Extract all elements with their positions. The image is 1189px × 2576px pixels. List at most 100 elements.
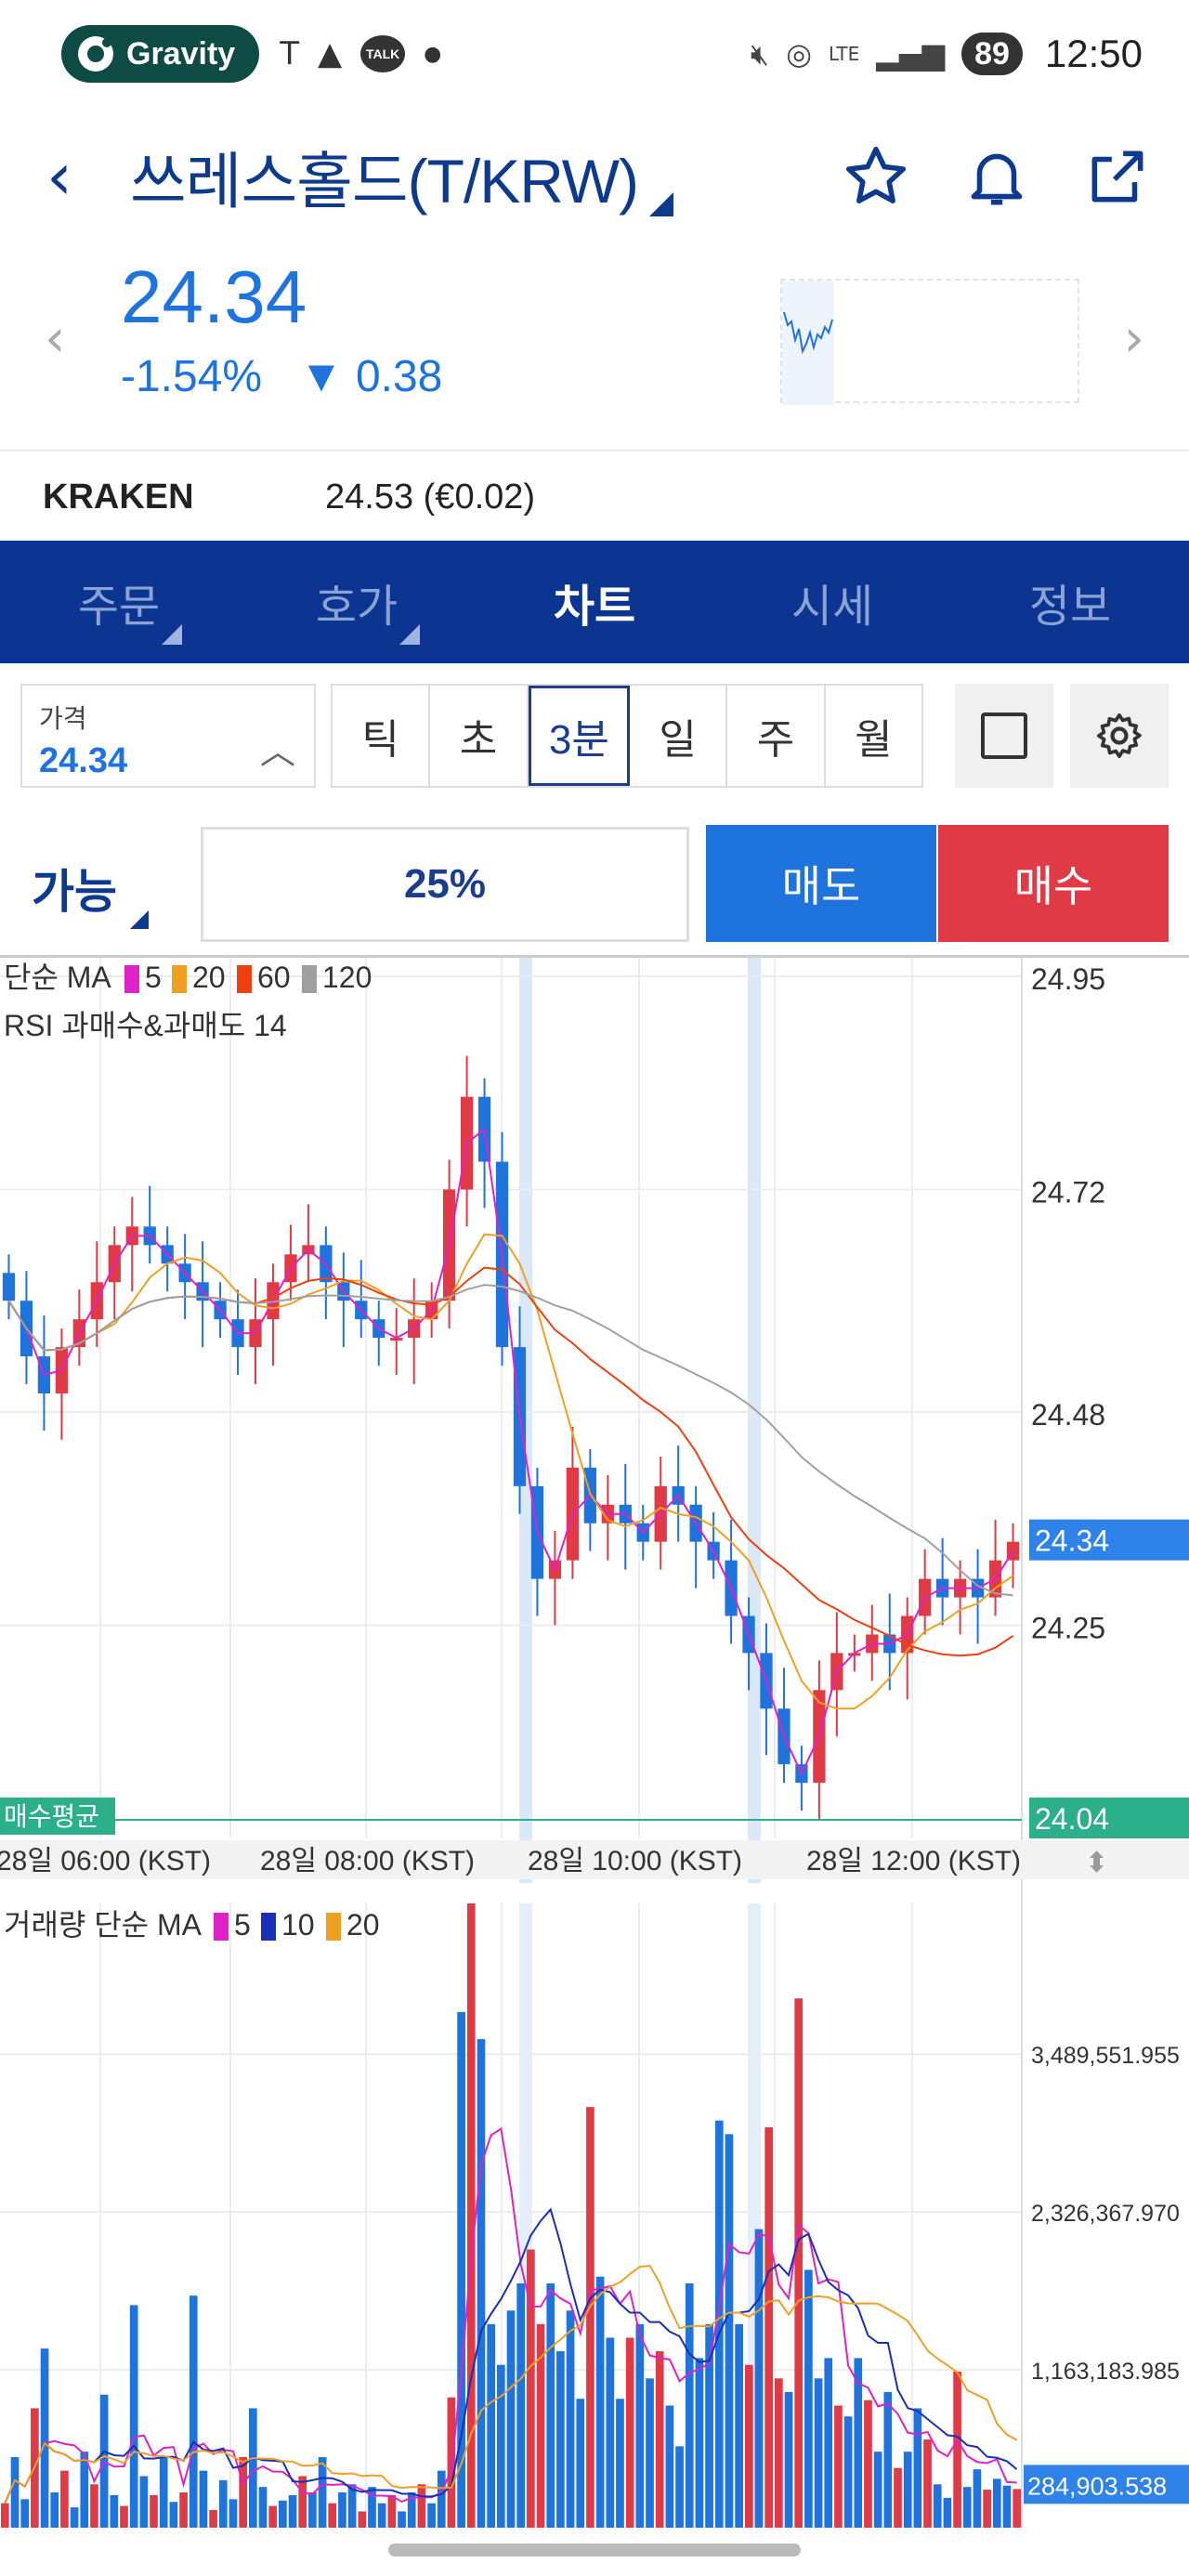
price-selector-value: 24.34 — [39, 741, 128, 780]
volume-bar — [20, 2499, 30, 2528]
interval-day[interactable]: 일 — [630, 686, 728, 786]
volume-bar — [576, 2399, 585, 2528]
change-amount: ▼ 0.38 — [299, 352, 443, 401]
tab-orderbook[interactable]: 호가 — [238, 541, 476, 663]
volume-bar — [546, 2283, 555, 2528]
dot-icon: ● — [424, 42, 442, 66]
volume-tick-label: 3,489,551.955 — [1031, 2043, 1180, 2069]
prev-coin-icon[interactable]: ‹ — [45, 308, 65, 369]
volume-bar — [506, 2310, 516, 2528]
tab-quotes[interactable]: 시세 — [713, 541, 951, 663]
battery-indicator: 89 — [961, 33, 1023, 75]
interval-selector: 틱 초 3분 일 주 월 — [331, 684, 923, 788]
volume-bar — [894, 2467, 902, 2528]
clock: 12:50 — [1044, 32, 1143, 75]
volume-bar — [933, 2484, 942, 2528]
volume-legend-title: 거래량 단순 MA — [4, 1908, 203, 1942]
interval-second[interactable]: 초 — [430, 686, 529, 786]
share-icon[interactable] — [1083, 142, 1152, 211]
available-dropdown-icon[interactable] — [130, 910, 149, 929]
star-icon[interactable] — [842, 142, 910, 211]
legend-period: 10 — [281, 1908, 315, 1942]
rsi-legend: RSI 과매수&과매도 14 — [4, 1009, 287, 1042]
tab-label: 정보 — [1028, 582, 1112, 632]
volume-tick-label: 1,163,183.985 — [1031, 2359, 1180, 2385]
resize-handle-icon: ⬍ — [1085, 1848, 1108, 1878]
exchange-name: KRAKEN — [43, 477, 194, 517]
volume-bar — [744, 2364, 753, 2528]
volume-bar — [427, 2503, 436, 2528]
legend-swatch — [124, 965, 139, 993]
gravity-app-pill[interactable]: Gravity — [61, 25, 260, 83]
tab-label: 호가 — [315, 582, 399, 632]
mini-chart[interactable] — [780, 279, 1079, 405]
volume-bar — [218, 2479, 228, 2528]
moving-average-line — [7, 1233, 1014, 1710]
legend-swatch — [172, 965, 187, 993]
chart-area[interactable]: 24.95 24.72 24.48 24.25 3,489,551.955 2,326,3… — [0, 955, 1189, 2528]
volume-bar — [616, 2399, 624, 2528]
volume-bar — [635, 2323, 645, 2528]
chart-controls: 가격 24.34 ︿ 틱 초 3분 일 주 월 — [0, 678, 1189, 790]
volume-bar — [338, 2492, 346, 2528]
tab-chart[interactable]: 차트 — [476, 541, 713, 663]
price-summary: ‹ 24.34 -1.54% ▼ 0.38 › — [0, 242, 1189, 437]
home-indicator[interactable] — [388, 2543, 801, 2556]
gravity-label: Gravity — [126, 35, 236, 72]
bell-icon[interactable] — [962, 142, 1031, 211]
title-dropdown-icon[interactable] — [649, 192, 673, 216]
available-label[interactable]: 가능 — [32, 855, 117, 922]
interval-3min[interactable]: 3분 — [528, 686, 630, 786]
volume-bar — [764, 2127, 774, 2528]
sell-button[interactable]: 매도 — [706, 825, 936, 942]
volume-bar — [129, 2305, 138, 2528]
interval-tick[interactable]: 틱 — [333, 686, 431, 786]
volume-bar — [1, 2503, 9, 2528]
volume-bar — [953, 2372, 961, 2528]
legend-swatch — [261, 1913, 276, 1941]
back-icon[interactable]: ‹ — [46, 144, 102, 209]
volume-bar — [973, 2469, 982, 2528]
volume-bar — [159, 2457, 168, 2528]
next-coin-icon[interactable]: › — [1124, 308, 1144, 369]
interval-month[interactable]: 월 — [826, 686, 921, 786]
volume-tick-label: 2,326,367.970 — [1031, 2201, 1180, 2227]
volume-bar — [239, 2457, 247, 2528]
volume-bar — [169, 2502, 178, 2528]
volume-bar — [824, 2358, 833, 2528]
tab-info[interactable]: 정보 — [951, 541, 1189, 663]
tab-order[interactable]: 주문 — [0, 541, 238, 663]
volume-bar — [318, 2457, 327, 2528]
volume-bar — [1013, 2489, 1021, 2528]
volume-bar — [10, 2457, 20, 2528]
volume-bar — [983, 2490, 991, 2528]
tab-label: 주문 — [77, 582, 161, 632]
volume-bar — [923, 2439, 932, 2528]
volume-bar — [308, 2492, 317, 2528]
volume-bar — [398, 2511, 406, 2528]
volume-bar — [804, 2269, 813, 2528]
volume-bar — [655, 2351, 664, 2528]
drawing-tool-button[interactable] — [955, 684, 1053, 788]
x-tick-label: 28일 08:00 (KST) — [260, 1846, 475, 1876]
price-selector[interactable]: 가격 24.34 ︿ — [20, 684, 316, 788]
chart-settings-button[interactable] — [1070, 684, 1169, 788]
price-legend-title: 단순 MA — [4, 961, 111, 994]
moving-average-line — [7, 1127, 1014, 1776]
chart-canvas[interactable]: 24.95 24.72 24.48 24.25 3,489,551.955 2,326,3… — [0, 958, 1189, 2528]
volume-bar — [377, 2503, 386, 2528]
volume-bar — [843, 2416, 853, 2528]
volume-bar — [120, 2505, 128, 2528]
volume-bar — [258, 2487, 268, 2528]
page-title[interactable]: 쓰레스홀드(T/KRW) — [130, 132, 639, 221]
buy-button[interactable]: 매수 — [938, 825, 1169, 942]
percent-selector[interactable]: 25% — [201, 827, 689, 942]
interval-week[interactable]: 주 — [727, 686, 826, 786]
volume-bar — [675, 2446, 684, 2528]
x-tick-label: 28일 12:00 (KST) — [806, 1846, 1021, 1876]
x-tick-label: 28일 06:00 (KST) — [0, 1846, 211, 1876]
quick-order: 가능 25% 매도 매수 — [0, 821, 1189, 942]
tab-menu-icon — [399, 624, 420, 645]
change-percent: -1.54% — [121, 352, 263, 401]
price-selector-label: 가격 — [39, 704, 87, 733]
